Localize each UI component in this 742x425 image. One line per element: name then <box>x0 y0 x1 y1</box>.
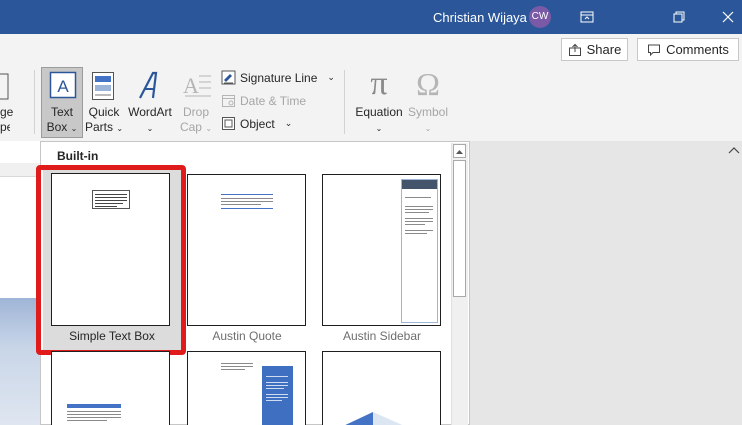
scroll-thumb[interactable] <box>453 160 466 297</box>
gallery-section-title: Built-in <box>57 149 99 163</box>
partial-button-label-top: ge <box>0 105 14 119</box>
comments-button[interactable]: Comments <box>637 38 739 61</box>
signature-line-icon <box>221 70 236 85</box>
thumbnail-sidebar <box>401 179 438 323</box>
date-time-label: Date & Time <box>240 93 307 108</box>
close-icon[interactable] <box>716 6 740 28</box>
chevron-down-icon[interactable]: ⌄ <box>350 120 408 136</box>
object-label: Object <box>240 116 275 131</box>
partial-button-label-bottom: per <box>0 120 10 134</box>
signature-line-button[interactable]: Signature Line ⌄ <box>221 70 335 85</box>
equation-icon: π <box>370 65 388 102</box>
date-time-button: Date & Time <box>221 93 306 108</box>
document-background <box>470 141 742 425</box>
thumbnail-sidebar <box>262 366 293 425</box>
collapse-ribbon-icon[interactable] <box>728 146 740 154</box>
highlight-annotation <box>36 165 186 355</box>
drop-cap-label-bottom: Cap ⌄ <box>179 120 213 134</box>
document-image <box>0 298 40 425</box>
chevron-down-icon: ⌄ <box>284 118 293 128</box>
caret-up-icon <box>456 150 463 154</box>
chevron-down-icon: ⌄ <box>424 124 432 133</box>
page-icon[interactable] <box>0 71 10 101</box>
austin-quote-thumbnail[interactable] <box>187 174 306 326</box>
calendar-icon <box>222 95 235 107</box>
avatar[interactable]: CW <box>529 6 551 28</box>
object-button[interactable]: Object ⌄ <box>221 116 292 131</box>
text-box-label-top: Text <box>50 105 73 119</box>
tile-label-austin-sidebar: Austin Sidebar <box>342 329 422 343</box>
drop-cap-label-top: Drop <box>182 105 209 119</box>
tile-label-austin-quote: Austin Quote <box>212 329 282 343</box>
ribbon-separator <box>34 70 35 134</box>
scroll-up-button[interactable] <box>453 144 466 158</box>
gallery-tile-thumbnail[interactable] <box>322 351 441 425</box>
chevron-down-icon[interactable]: ⌄ <box>125 120 175 136</box>
share-label: Share <box>586 42 622 57</box>
share-icon <box>568 43 581 56</box>
equation-label[interactable]: Equation <box>350 105 408 120</box>
text-box-label-bottom: Box ⌄ <box>46 120 78 134</box>
object-icon <box>222 117 235 130</box>
gallery-tile-thumbnail[interactable] <box>187 351 306 425</box>
signature-line-label: Signature Line <box>240 70 318 85</box>
ribbon-display-options-icon[interactable] <box>575 6 599 28</box>
thumbnail-banner <box>345 412 403 425</box>
account-name[interactable]: Christian Wijaya <box>433 10 527 25</box>
wordart-label[interactable]: WordArt <box>125 105 175 120</box>
gallery-tile-thumbnail[interactable] <box>51 351 170 425</box>
svg-text:A: A <box>57 77 69 96</box>
chevron-down-icon: ⌄ <box>116 124 124 133</box>
chevron-down-icon: ⌄ <box>70 124 78 133</box>
drop-cap-icon: A <box>183 73 211 98</box>
comments-label: Comments <box>666 42 729 57</box>
svg-text:A: A <box>183 73 199 98</box>
ribbon-separator <box>344 70 345 134</box>
wordart-icon[interactable] <box>136 70 164 102</box>
chevron-down-icon: ⌄ <box>205 124 213 133</box>
austin-sidebar-thumbnail[interactable] <box>322 174 441 326</box>
chevron-down-icon: ⌄ <box>327 72 335 82</box>
omega-icon: Ω <box>416 66 440 102</box>
share-button[interactable]: Share <box>561 38 628 61</box>
symbol-label: Symbol <box>407 105 448 119</box>
quick-parts-icon <box>92 72 114 100</box>
text-box-icon: A <box>49 71 77 99</box>
comment-icon <box>648 44 661 56</box>
title-bar: Christian Wijaya CW <box>0 0 742 34</box>
quick-parts-label-bottom[interactable]: Parts ⌄ <box>84 120 124 136</box>
ruler <box>0 163 40 177</box>
quick-parts-label-top[interactable]: Quick <box>84 105 124 120</box>
restore-icon[interactable] <box>667 6 691 28</box>
